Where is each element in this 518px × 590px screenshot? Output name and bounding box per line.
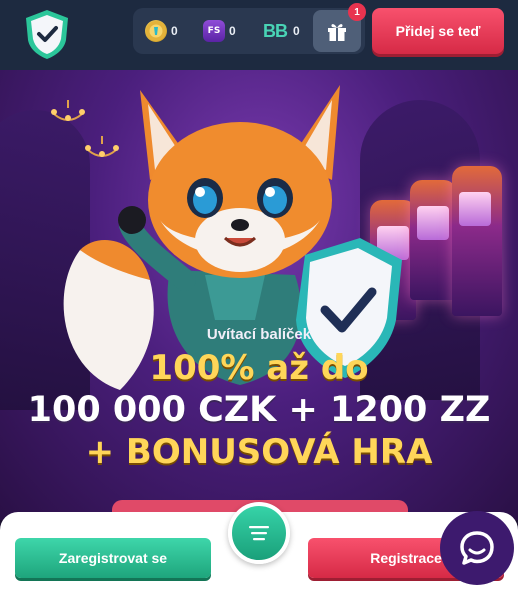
menu-button[interactable] bbox=[228, 502, 290, 564]
free-spins-icon: FS bbox=[203, 20, 225, 42]
chat-icon bbox=[460, 531, 494, 565]
bonus-balance-value: 0 bbox=[293, 24, 300, 38]
join-now-button[interactable]: Přidej se teď bbox=[372, 8, 504, 54]
coins-value: 0 bbox=[171, 24, 178, 38]
top-header: 0 FS 0 BB 0 1 Přidej se teď bbox=[0, 0, 518, 70]
coins-balance: 0 bbox=[145, 20, 178, 42]
live-chat-button[interactable] bbox=[440, 511, 514, 585]
bonus-headline-line1: 100% až do bbox=[149, 348, 369, 388]
gift-icon bbox=[328, 24, 346, 41]
shield-logo-icon[interactable] bbox=[22, 8, 72, 60]
menu-icon bbox=[249, 526, 269, 541]
gift-count-badge: 1 bbox=[348, 3, 366, 21]
promo-banner[interactable]: Uvítací balíček 100% až do 100 000 CZK +… bbox=[0, 70, 518, 520]
register-button[interactable]: Zaregistrovat se bbox=[15, 538, 211, 578]
bonus-headline-line2: 100 000 CZK + 1200 ZZ bbox=[27, 390, 491, 430]
free-spins-balance: FS 0 bbox=[203, 20, 236, 42]
free-spins-value: 0 bbox=[229, 24, 236, 38]
welcome-package-label: Uvítací balíček bbox=[206, 326, 312, 343]
coin-icon bbox=[145, 20, 167, 42]
bonus-headline-line3: + BONUSOVÁ HRA bbox=[85, 432, 433, 472]
bonus-balance-icon: BB bbox=[263, 20, 288, 41]
bonus-balance: BB 0 bbox=[261, 20, 300, 42]
